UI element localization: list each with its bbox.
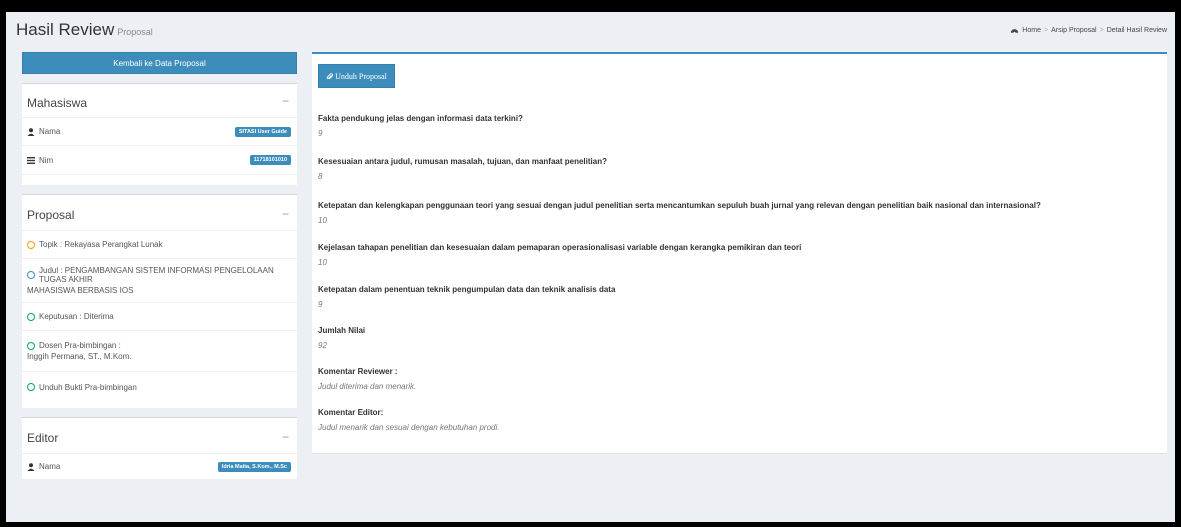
proposal-judul-text-cont: MAHASISWA BERBASIS IOS (27, 286, 134, 295)
mahasiswa-nim-badge: 11718101010 (249, 155, 291, 165)
review-result-panel: Unduh Proposal Fakta pendukung jelas den… (312, 52, 1167, 454)
editor-nama-label: Nama (39, 462, 61, 471)
proposal-judul-line: Judul : PENGAMBANGAN SISTEM INFORMASI PE… (27, 266, 292, 284)
answer-value: 8 (318, 172, 323, 181)
proposal-judul-row: Judul : PENGAMBANGAN SISTEM INFORMASI PE… (22, 259, 297, 303)
circle-icon (27, 271, 35, 279)
proposal-dosen-label: Dosen Pra-bimbingan : (39, 341, 121, 350)
back-to-proposal-button[interactable]: Kembali ke Data Proposal (22, 52, 297, 74)
page-title: Hasil Review Proposal (16, 20, 153, 40)
mahasiswa-box-title: Mahasiswa (27, 96, 88, 110)
editor-nama-badge: Idria Maita, S.Kom., M.Sc (217, 461, 291, 472)
proposal-topik-row: Topik : Rekayasa Perangkat Lunak (22, 231, 297, 259)
proposal-dosen-row: Dosen Pra-bimbingan : Inggih Permana, ST… (22, 331, 297, 372)
proposal-box-header: Proposal − (22, 195, 297, 231)
proposal-topik-text: Topik : Rekayasa Perangkat Lunak (39, 240, 163, 249)
proposal-dosen-line: Dosen Pra-bimbingan : (27, 341, 121, 350)
question-text: Fakta pendukung jelas dengan informasi d… (318, 114, 523, 123)
circle-icon (27, 312, 35, 321)
download-proposal-button[interactable]: Unduh Proposal (318, 64, 395, 88)
proposal-box-title: Proposal (27, 208, 75, 222)
mahasiswa-box-header: Mahasiswa − (22, 84, 297, 118)
question-text: Ketepatan dan kelengkapan penggunaan teo… (318, 201, 1041, 210)
breadcrumb-separator: > (1099, 26, 1104, 34)
reviewer-comment-text: Judul diterima dan menarik. (318, 382, 417, 391)
breadcrumb-arsip[interactable]: Arsip Proposal (1051, 27, 1097, 34)
left-column: Kembali ke Data Proposal Mahasiswa − Nam… (22, 52, 297, 480)
total-score-value: 92 (318, 341, 327, 350)
answer-value: 9 (318, 129, 323, 138)
qa-item: Fakta pendukung jelas dengan informasi d… (318, 114, 1158, 138)
breadcrumb: Home > Arsip Proposal > Detail Hasil Rev… (1010, 26, 1167, 34)
answer-value: 10 (318, 216, 327, 225)
box-spacer (22, 402, 297, 408)
page-title-text: Hasil Review (16, 20, 115, 39)
qa-item: Kesesuaian antara judul, rumusan masalah… (318, 157, 1158, 181)
mahasiswa-nama-row: Nama SITASI User Guide (22, 118, 297, 146)
proposal-keputusan-row: Keputusan : Diterima (22, 303, 297, 331)
qa-item: Ketepatan dan kelengkapan penggunaan teo… (318, 201, 1158, 225)
collapse-editor-button[interactable]: − (282, 430, 289, 444)
total-score-label: Jumlah Nilai (318, 326, 366, 335)
editor-box: Editor − Nama Idria Maita, S.Kom., M.Sc (22, 417, 297, 480)
question-text: Ketepatan dalam penentuan teknik pengump… (318, 285, 616, 294)
answer-value: 9 (318, 300, 323, 309)
mahasiswa-nim-row: Nim 11718101010 (22, 146, 297, 175)
list-icon (27, 156, 35, 164)
app-frame: Hasil Review Proposal Home > Arsip Propos… (6, 12, 1175, 522)
page-subtitle: Proposal (117, 27, 153, 37)
mahasiswa-nim-label: Nim (39, 155, 54, 165)
breadcrumb-separator: > (1043, 26, 1049, 34)
question-text: Kesesuaian antara judul, rumusan masalah… (318, 157, 607, 166)
proposal-judul-text: Judul : PENGAMBANGAN SISTEM INFORMASI PE… (39, 266, 274, 284)
paperclip-icon (326, 72, 334, 79)
editor-comment-text: Judul menarik dan sesuai dengan kebutuha… (318, 423, 500, 432)
editor-box-title: Editor (27, 431, 59, 445)
editor-nama-row: Nama Idria Maita, S.Kom., M.Sc (22, 454, 297, 480)
user-icon (27, 127, 35, 136)
circle-icon (27, 341, 35, 350)
user-icon (27, 462, 35, 471)
breadcrumb-current: Detail Hasil Review (1106, 26, 1167, 34)
circle-icon (27, 383, 35, 391)
unduh-bukti-link[interactable]: Unduh Bukti Pra-bimbingan (22, 372, 297, 402)
dashboard-icon (1011, 29, 1019, 34)
qa-item: Kejelasan tahapan penelitian dan kesesua… (318, 243, 1158, 267)
collapse-mahasiswa-button[interactable]: − (282, 94, 289, 108)
mahasiswa-nama-badge: SITASI User Guide (234, 126, 291, 137)
collapse-proposal-button[interactable]: − (282, 207, 289, 221)
circle-icon (27, 240, 35, 249)
qa-item: Ketepatan dalam penentuan teknik pengump… (318, 285, 1158, 309)
reviewer-comment-label: Komentar Reviewer : (318, 367, 398, 376)
download-proposal-label[interactable]: Unduh Proposal (335, 72, 387, 81)
editor-comment: Komentar Editor: Judul menarik dan sesua… (318, 408, 1158, 432)
total-score: Jumlah Nilai 92 (318, 326, 1158, 350)
mahasiswa-nama-label: Nama (39, 127, 61, 136)
editor-box-header: Editor − (22, 418, 297, 454)
question-text: Kejelasan tahapan penelitian dan kesesua… (318, 243, 802, 252)
editor-comment-label: Komentar Editor: (318, 408, 384, 417)
mahasiswa-box: Mahasiswa − Nama SITASI User Guide Nim 1… (22, 83, 297, 185)
box-spacer (22, 175, 297, 185)
unduh-bukti-text[interactable]: Unduh Bukti Pra-bimbingan (39, 383, 137, 392)
reviewer-comment: Komentar Reviewer : Judul diterima dan m… (318, 367, 1158, 391)
answer-value: 10 (318, 258, 327, 267)
breadcrumb-home[interactable]: Home (1022, 27, 1041, 34)
proposal-dosen-name: Inggih Permana, ST., M.Kom. (27, 352, 132, 361)
proposal-box: Proposal − Topik : Rekayasa Perangkat Lu… (22, 194, 297, 408)
page-header: Hasil Review Proposal Home > Arsip Propos… (6, 12, 1175, 50)
proposal-keputusan-text: Keputusan : Diterima (39, 312, 114, 321)
